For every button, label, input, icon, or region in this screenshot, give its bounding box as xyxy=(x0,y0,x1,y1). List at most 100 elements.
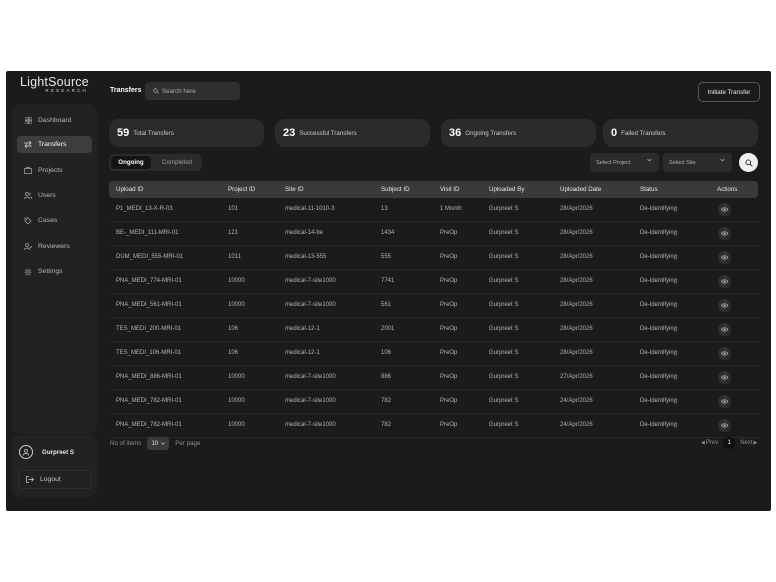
view-button[interactable] xyxy=(718,227,731,240)
table-row[interactable]: TES_MEDI_200-MRI-01 106 medical-12-1 2001 Pr… xyxy=(109,318,758,342)
table-cell: De-Identifying xyxy=(640,278,678,284)
table-cell: 121 xyxy=(228,230,239,236)
sidebar-item-label: Users xyxy=(38,192,56,199)
user-profile[interactable]: Gurpreet S xyxy=(19,445,74,459)
table-cell: TES_MEDI_106-MRI-01 xyxy=(116,350,182,356)
sidebar-item-dashboard[interactable]: Dashboard xyxy=(17,112,92,129)
per-page-select[interactable]: 10 xyxy=(147,437,170,450)
view-button[interactable] xyxy=(718,299,731,312)
table-row[interactable]: PNA_MEDI_886-MRI-01 10000 medical-7-site10… xyxy=(109,366,758,390)
transfers-table: Upload ID Project ID Site ID Subject ID … xyxy=(109,181,758,438)
search-button[interactable] xyxy=(739,153,758,172)
brand-name: LightSource xyxy=(20,75,89,89)
app-window: LightSource RESEARCH Dashboard Transfers xyxy=(6,71,771,511)
column-header: Project ID xyxy=(228,186,256,193)
sidebar-item-cases[interactable]: Cases xyxy=(17,212,92,229)
table-cell: 27/Apr/2026 xyxy=(560,374,593,380)
table-cell: PreOp xyxy=(440,254,458,260)
table-cell: Gurpreet S xyxy=(489,374,519,380)
table-cell: 2001 xyxy=(381,326,395,332)
table-row[interactable]: PNA_MEDI_561-MRI-01 10000 medical-7-site10… xyxy=(109,294,758,318)
table-cell: 28/Apr/2026 xyxy=(560,326,593,332)
sidebar-item-users[interactable]: Users xyxy=(17,187,92,204)
column-header: Uploaded By xyxy=(489,186,525,193)
logout-button[interactable]: Logout xyxy=(18,470,92,489)
table-cell: Gurpreet S xyxy=(489,422,519,428)
table-cell: 106 xyxy=(228,350,239,356)
chevron-left-icon: ◀ xyxy=(701,440,705,446)
table-cell: Gurpreet S xyxy=(489,254,519,260)
table-cell: 106 xyxy=(228,326,239,332)
table-row[interactable]: DUM_MEDI_555-MRI-01 1011 medical-13-555 555… xyxy=(109,246,758,270)
view-button[interactable] xyxy=(718,347,731,360)
search-box[interactable] xyxy=(145,82,240,100)
prev-button[interactable]: ◀ Prev xyxy=(701,440,718,446)
page-number-current[interactable]: 1 xyxy=(723,437,736,449)
table-row[interactable]: PNA_MEDI_782-MRI-01 10000 medical-7-site10… xyxy=(109,390,758,414)
table-cell: 1434 xyxy=(381,230,395,236)
sidebar-item-settings[interactable]: Settings xyxy=(17,263,92,280)
topbar: Transfers Initiate Transfer xyxy=(103,71,771,111)
table-cell: 24/Apr/2026 xyxy=(560,422,593,428)
initiate-transfer-button[interactable]: Initiate Transfer xyxy=(698,82,760,102)
table-cell: PreOp xyxy=(440,374,458,380)
table-cell: Gurpreet S xyxy=(489,206,519,212)
table-cell: 561 xyxy=(381,302,392,308)
stat-card-total: 59 Total Transfers xyxy=(109,119,264,147)
table-cell: medical-7-site1000 xyxy=(285,398,336,404)
column-header: Site ID xyxy=(285,186,304,193)
page-title: Transfers xyxy=(110,87,142,94)
stat-card-ongoing: 36 Ongoing Transfers xyxy=(441,119,596,147)
tab-completed[interactable]: Completed xyxy=(155,156,199,169)
next-button[interactable]: Next ▶ xyxy=(740,440,757,446)
view-button[interactable] xyxy=(718,275,731,288)
sidebar-item-projects[interactable]: Projects xyxy=(17,162,92,179)
view-button[interactable] xyxy=(718,395,731,408)
view-button[interactable] xyxy=(718,203,731,216)
select-site-dropdown[interactable]: Select Site xyxy=(663,153,732,172)
sidebar-item-reviewers[interactable]: Reviewers xyxy=(17,238,92,255)
view-button[interactable] xyxy=(718,251,731,264)
select-site-label: Select Site xyxy=(669,159,696,166)
table-row[interactable]: P1_MEDI_13-X-R-03 101 medical-11-1010-3 13 1… xyxy=(109,198,758,222)
table-cell: 28/Apr/2026 xyxy=(560,230,593,236)
column-header: Uploaded Date xyxy=(560,186,602,193)
table-cell: medical-7-site1000 xyxy=(285,278,336,284)
table-cell: medical-12-1 xyxy=(285,350,320,356)
table-cell: 101 xyxy=(228,206,239,212)
table-row[interactable]: TES_MEDI_106-MRI-01 106 medical-12-1 106 Pre… xyxy=(109,342,758,366)
view-button[interactable] xyxy=(718,323,731,336)
table-cell: Gurpreet S xyxy=(489,350,519,356)
table-cell: PreOp xyxy=(440,398,458,404)
sidebar-item-label: Settings xyxy=(38,268,63,275)
sidebar-item-transfers[interactable]: Transfers xyxy=(17,136,92,153)
select-project-dropdown[interactable]: Select Project xyxy=(590,153,659,172)
table-cell: 10000 xyxy=(228,398,245,404)
table-cell: Gurpreet S xyxy=(489,230,519,236)
tab-ongoing[interactable]: Ongoing xyxy=(111,156,151,169)
brand-logo[interactable]: LightSource RESEARCH xyxy=(20,75,100,93)
table-cell: 1 Month xyxy=(440,206,462,212)
table-cell: De-Identifying xyxy=(640,350,678,356)
folder-icon xyxy=(22,167,34,174)
view-button[interactable] xyxy=(718,371,731,384)
column-header: Subject ID xyxy=(381,186,410,193)
sidebar-item-label: Transfers xyxy=(38,141,67,148)
view-button[interactable] xyxy=(718,419,731,432)
table-cell: PreOp xyxy=(440,278,458,284)
table-cell: 24/Apr/2026 xyxy=(560,398,593,404)
table-cell: De-Identifying xyxy=(640,398,678,404)
table-cell: De-Identifying xyxy=(640,302,678,308)
stat-label: Successful Transfers xyxy=(299,129,357,137)
pagination: ◀ Prev 1 Next ▶ xyxy=(701,437,757,449)
stat-value: 59 xyxy=(117,127,130,139)
no-of-items-label: No of items xyxy=(110,440,142,447)
user-panel: Gurpreet S Logout xyxy=(12,435,97,497)
table-cell: De-Identifying xyxy=(640,206,678,212)
table-row[interactable]: PNA_MEDI_774-MRI-01 10000 medical-7-site10… xyxy=(109,270,758,294)
search-input[interactable] xyxy=(162,87,232,95)
table-cell: 782 xyxy=(381,398,392,404)
table-row[interactable]: PNA_MEDI_782-MRI-01 10000 medical-7-site10… xyxy=(109,414,758,438)
table-row[interactable]: BE-_MEDI_111-MRI-01 121 medical-14-be 1434 P… xyxy=(109,222,758,246)
table-cell: PNA_MEDI_774-MRI-01 xyxy=(116,278,182,284)
